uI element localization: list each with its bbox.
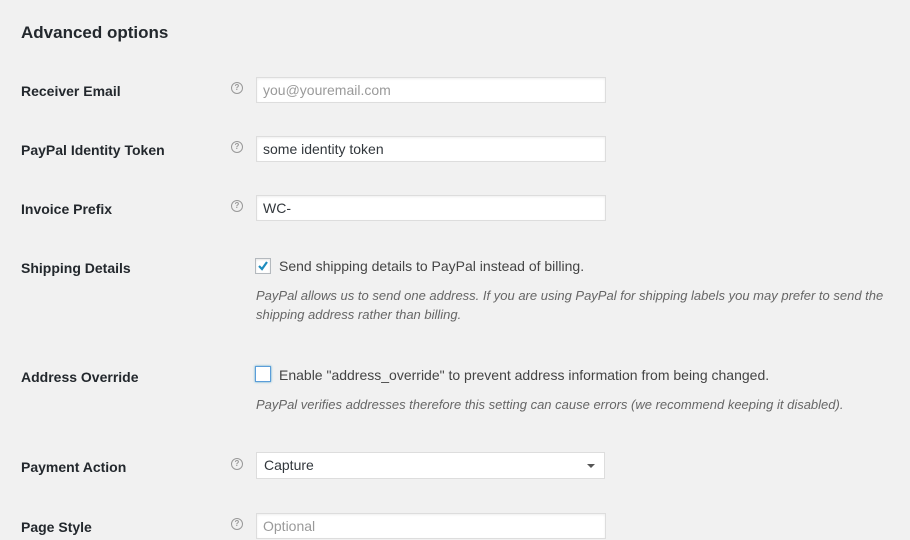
receiver-email-input[interactable]: you@youremail.com: [256, 77, 606, 103]
help-icon[interactable]: ?: [231, 200, 243, 212]
payment-action-label: Payment Action: [21, 459, 127, 475]
shipping-details-checkbox-label[interactable]: Send shipping details to PayPal instead …: [279, 257, 584, 275]
identity-token-label: PayPal Identity Token: [21, 142, 165, 158]
page-style-input[interactable]: Optional: [256, 513, 606, 539]
help-icon[interactable]: ?: [231, 458, 243, 470]
address-override-checkbox[interactable]: [255, 366, 271, 382]
shipping-details-checkbox[interactable]: [255, 258, 271, 274]
help-icon[interactable]: ?: [231, 141, 243, 153]
section-title: Advanced options: [21, 23, 169, 42]
invoice-prefix-input[interactable]: WC-: [256, 195, 606, 221]
page-style-label: Page Style: [21, 519, 92, 535]
address-override-checkbox-label[interactable]: Enable "address_override" to prevent add…: [279, 366, 769, 384]
chevron-down-icon: [587, 464, 595, 468]
invoice-prefix-label: Invoice Prefix: [21, 201, 113, 217]
shipping-details-description: PayPal allows us to send one address. If…: [256, 288, 884, 322]
identity-token-input[interactable]: some identity token: [256, 136, 606, 162]
help-icon[interactable]: ?: [231, 82, 243, 94]
receiver-email-label: Receiver Email: [21, 83, 121, 99]
address-override-description: PayPal verifies addresses therefore this…: [256, 397, 844, 412]
checkmark-icon: [258, 261, 268, 271]
payment-action-select[interactable]: Capture: [256, 452, 605, 479]
payment-action-value: Capture: [264, 457, 314, 473]
address-override-label: Address Override: [21, 369, 139, 385]
shipping-details-label: Shipping Details: [21, 260, 131, 276]
help-icon[interactable]: ?: [231, 518, 243, 530]
